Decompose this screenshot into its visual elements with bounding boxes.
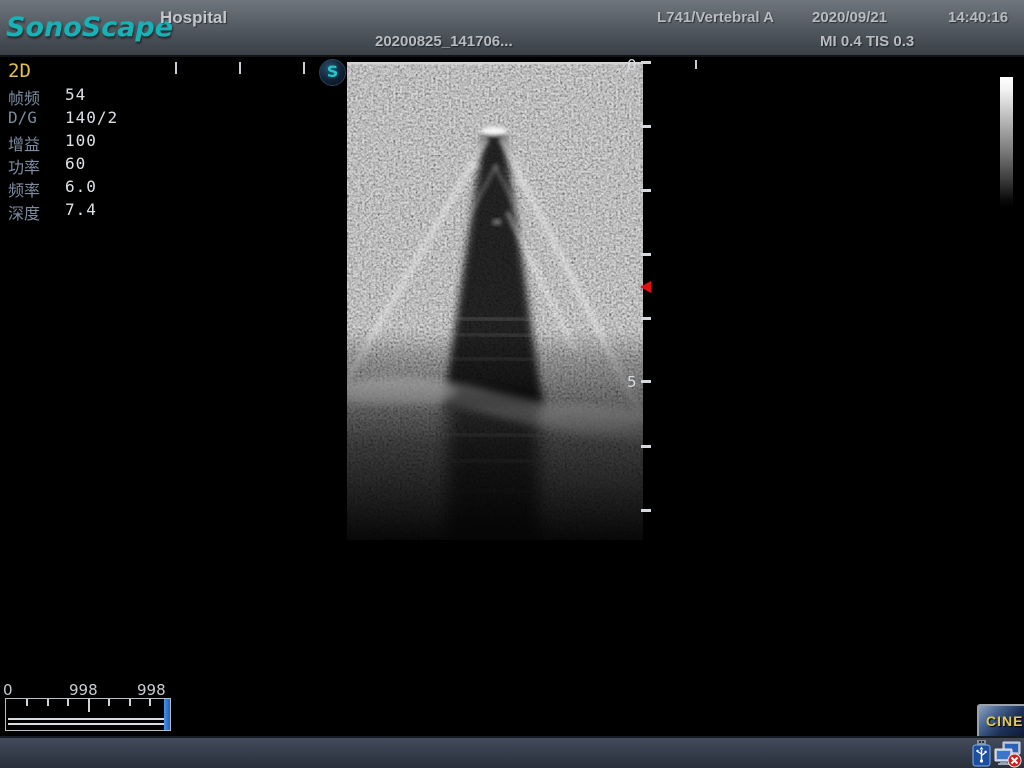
imaging-mode-label: 2D [8, 60, 31, 82]
ultrasound-image[interactable] [347, 62, 643, 540]
depth-tick [641, 253, 651, 256]
exam-id: 20200825_141706... [375, 33, 513, 50]
cine-tick [149, 699, 151, 706]
network-disconnected-icon[interactable] [994, 741, 1022, 768]
depth-label-5: 5 [627, 373, 637, 391]
param-value: 100 [65, 131, 97, 150]
param-value: 6.0 [65, 177, 97, 196]
ruler-tick [239, 62, 241, 74]
param-gain: 增益 100 [8, 131, 168, 154]
cine-tick [108, 699, 110, 706]
param-label: 频率 [8, 177, 40, 201]
param-depth: 深度 7.4 [8, 200, 168, 223]
ruler-tick [175, 62, 177, 74]
cine-track-line [8, 718, 166, 720]
param-label: 增益 [8, 131, 40, 155]
mi-tis-readout: MI 0.4 TIS 0.3 [820, 33, 914, 50]
cine-frame-start: 0 [3, 681, 13, 699]
bottom-status-bar [0, 736, 1024, 768]
top-status-bar: SonoScape Hospital L741/Vertebral A 2020… [0, 0, 1024, 57]
param-value: 54 [65, 85, 86, 104]
cine-tick [129, 699, 131, 706]
param-label: 深度 [8, 200, 40, 224]
probe-preset-label: L741/Vertebral A [657, 9, 774, 26]
cine-scrollbar[interactable] [5, 698, 171, 731]
cine-tick [67, 699, 69, 706]
param-label: D/G [8, 108, 37, 127]
usb-device-icon[interactable] [971, 740, 992, 767]
param-value: 140/2 [65, 108, 118, 127]
depth-tick [641, 189, 651, 192]
param-dynamic-range: D/G 140/2 [8, 108, 168, 131]
cine-tick [26, 699, 28, 706]
s-badge-icon: S [319, 59, 346, 86]
sonoscape-logo: SonoScape [6, 12, 173, 43]
hospital-name: Hospital [160, 8, 227, 28]
param-power: 功率 60 [8, 154, 168, 177]
depth-label-0: 0 [627, 56, 637, 74]
depth-tick [641, 445, 651, 448]
depth-tick [641, 380, 651, 383]
param-label: 功率 [8, 154, 40, 178]
system-date: 2020/09/21 [812, 9, 887, 26]
system-clock: 14:40:16 [948, 9, 1008, 26]
cine-center-tick [88, 699, 90, 712]
param-value: 60 [65, 154, 86, 173]
ultrasound-system-screen: SonoScape Hospital L741/Vertebral A 2020… [0, 0, 1024, 768]
cine-position-marker[interactable] [164, 699, 170, 730]
param-label: 帧频 [8, 85, 40, 109]
ruler-tick [303, 62, 305, 74]
depth-tick [641, 125, 651, 128]
cine-frame-total: 998 [137, 681, 166, 699]
cine-tick [47, 699, 49, 706]
depth-tick [641, 317, 651, 320]
depth-tick [641, 509, 651, 512]
param-frequency: 频率 6.0 [8, 177, 168, 200]
param-value: 7.4 [65, 200, 97, 219]
param-frame-rate: 帧频 54 [8, 85, 168, 108]
ruler-tick [695, 60, 697, 69]
cine-frame-current: 998 [69, 681, 98, 699]
cine-button[interactable]: CINE [977, 704, 1024, 739]
grayscale-map-bar [1000, 77, 1013, 208]
focus-marker-icon[interactable] [640, 281, 651, 293]
cine-track-line [8, 723, 166, 725]
depth-tick [641, 61, 651, 64]
